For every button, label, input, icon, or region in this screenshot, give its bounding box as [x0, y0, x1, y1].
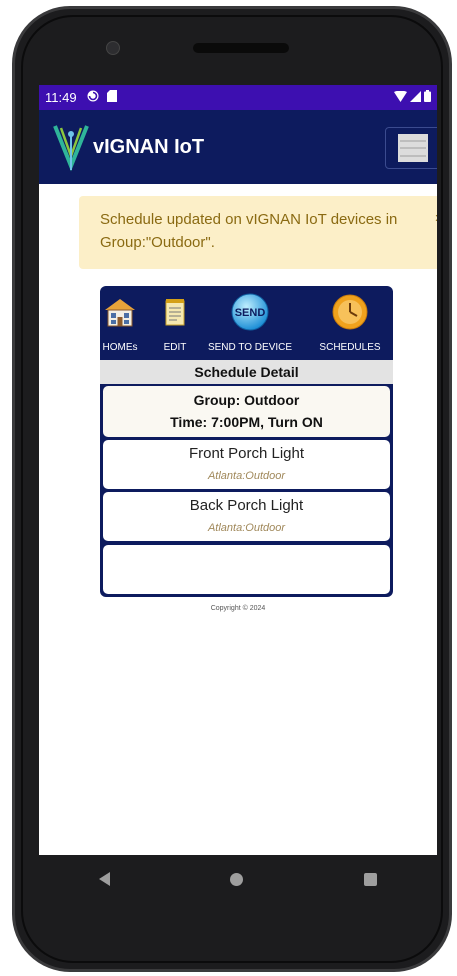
device-location: Atlanta:Outdoor: [207, 470, 286, 482]
device-row[interactable]: Front Porch Light Atlanta:Outdoor: [103, 440, 390, 489]
sync-notification-icon: [87, 90, 99, 105]
send-icon: SEND: [231, 293, 269, 331]
schedule-detail-header: Schedule Detail: [100, 360, 393, 384]
back-icon[interactable]: [99, 872, 111, 886]
status-right-icons: [394, 90, 431, 105]
home-icon[interactable]: [230, 872, 244, 886]
device-location: Atlanta:Outdoor: [207, 522, 286, 534]
app-title: vIGNAN IoT: [93, 135, 205, 158]
alert-close-button[interactable]: x: [436, 207, 438, 230]
status-bar: 11:49: [39, 85, 437, 110]
schedule-card: HOMEs EDIT SEND SEND TO DEVICE SCHEDULES…: [100, 286, 393, 597]
edit-label: EDIT: [163, 342, 187, 353]
menu-icon: [398, 134, 428, 162]
battery-icon: [424, 90, 431, 105]
signal-icon: [410, 90, 421, 105]
device-row[interactable]: Back Porch Light Atlanta:Outdoor: [103, 492, 390, 541]
send-to-device-label: SEND TO DEVICE: [207, 342, 293, 353]
schedule-summary-row: Group: Outdoor Time: 7:00PM, Turn ON: [103, 386, 390, 437]
house-icon: [105, 299, 135, 327]
empty-row: [103, 545, 390, 594]
recent-apps-icon[interactable]: [363, 872, 377, 886]
hamburger-menu-button[interactable]: [385, 127, 437, 169]
homes-button[interactable]: HOMEs: [102, 286, 138, 360]
edit-button[interactable]: EDIT: [160, 286, 190, 360]
copyright-text: Copyright © 2024: [210, 605, 266, 612]
device-name: Front Porch Light: [188, 445, 305, 462]
schedules-button[interactable]: SCHEDULES: [318, 286, 382, 360]
sd-card-icon: [106, 90, 117, 105]
svg-text:SEND: SEND: [235, 307, 266, 319]
schedules-label: SCHEDULES: [319, 342, 381, 353]
vignan-logo-icon: [53, 125, 89, 172]
status-time: 11:49: [45, 90, 77, 105]
edit-notepad-icon: [165, 299, 185, 326]
earpiece-speaker: [193, 43, 289, 53]
android-nav-bar: [39, 855, 437, 903]
action-toolbar: HOMEs EDIT SEND SEND TO DEVICE SCHEDULES: [100, 286, 393, 360]
wifi-icon: [394, 90, 407, 105]
alert-message: Schedule updated on vIGNAN IoT devices i…: [100, 211, 398, 251]
app-bar: vIGNAN IoT: [39, 110, 437, 184]
clock-icon: [332, 294, 368, 330]
send-to-device-button[interactable]: SEND SEND TO DEVICE: [204, 286, 296, 360]
homes-label: HOMEs: [102, 342, 138, 353]
device-name: Back Porch Light: [189, 497, 304, 514]
front-camera: [106, 41, 120, 55]
app-screen: 11:49 vIGNAN IoT Schedule updated on vIG…: [39, 85, 437, 855]
schedule-time: Time: 7:00PM, Turn ON: [170, 414, 323, 430]
success-alert: Schedule updated on vIGNAN IoT devices i…: [79, 196, 437, 269]
schedule-group: Group: Outdoor: [193, 392, 300, 408]
